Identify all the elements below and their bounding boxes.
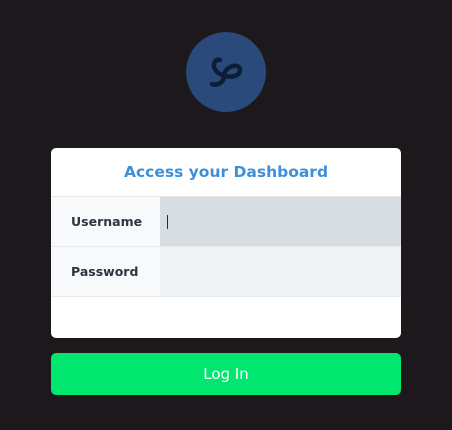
username-field[interactable] [160, 197, 401, 246]
login-title: Access your Dashboard [51, 148, 401, 197]
brand-logo [186, 32, 266, 112]
password-field[interactable] [160, 247, 401, 296]
username-label: Username [51, 197, 160, 246]
text-caret [167, 215, 168, 229]
login-button[interactable]: Log In [51, 353, 401, 395]
password-row: Password [51, 247, 401, 297]
username-row: Username [51, 197, 401, 247]
curl-logo-icon [209, 57, 243, 87]
login-card: Access your Dashboard Username Password [51, 148, 401, 338]
password-label: Password [51, 247, 160, 296]
